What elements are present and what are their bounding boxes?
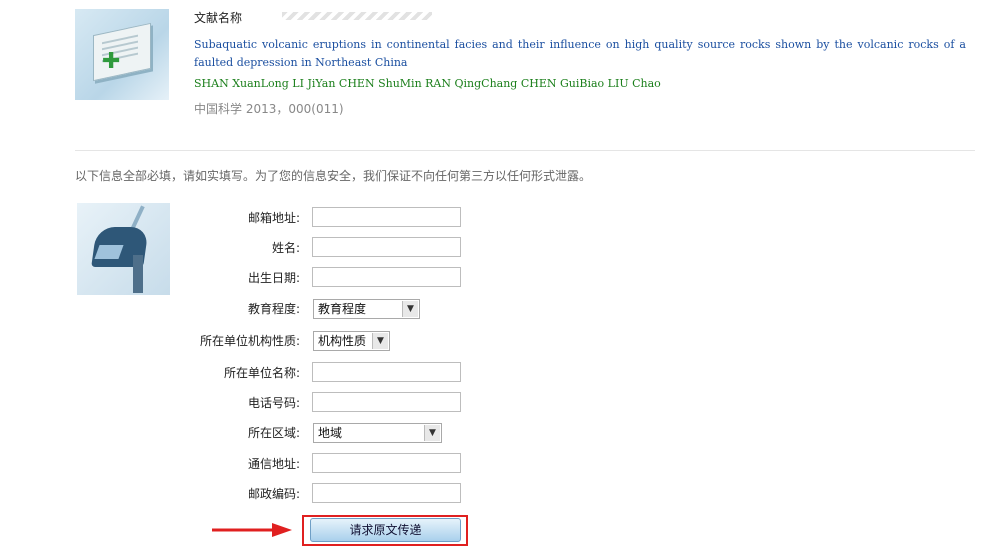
education-label: 教育程度: xyxy=(247,302,300,316)
region-select[interactable]: 地域 ▼ xyxy=(313,423,442,443)
address-field[interactable] xyxy=(312,453,461,473)
plus-icon: ✚ xyxy=(102,49,121,74)
org-type-select-value: 机构性质 xyxy=(318,334,367,348)
chevron-down-icon: ▼ xyxy=(402,301,418,317)
document-source: 中国科学 2013，000(011) xyxy=(194,102,344,116)
document-authors: SHAN XuanLong LI JiYan CHEN ShuMin RAN Q… xyxy=(194,77,661,90)
org-type-label: 所在单位机构性质: xyxy=(199,334,300,348)
org-type-row: 所在单位机构性质: 机构性质 ▼ xyxy=(0,330,1005,352)
email-field[interactable] xyxy=(312,207,461,227)
phone-field[interactable] xyxy=(312,392,461,412)
birth-date-field[interactable] xyxy=(312,267,461,287)
document-thumbnail: ✚ xyxy=(75,9,169,100)
name-field[interactable] xyxy=(312,237,461,257)
postcode-label: 邮政编码: xyxy=(247,487,300,501)
phone-label: 电话号码: xyxy=(247,396,300,410)
request-fulltext-button[interactable]: 请求原文传递 xyxy=(310,518,461,542)
email-label: 邮箱地址: xyxy=(247,211,300,225)
postcode-field[interactable] xyxy=(312,483,461,503)
decorative-stripe xyxy=(282,12,432,20)
red-arrow-icon xyxy=(212,523,292,537)
address-row: 通信地址: xyxy=(0,453,1005,475)
document-label: 文献名称 xyxy=(194,11,243,25)
email-row: 邮箱地址: xyxy=(0,207,1005,229)
phone-row: 电话号码: xyxy=(0,392,1005,414)
address-label: 通信地址: xyxy=(247,457,300,471)
region-row: 所在区域: 地域 ▼ xyxy=(0,422,1005,444)
birth-row: 出生日期: xyxy=(0,267,1005,289)
birth-label: 出生日期: xyxy=(247,271,300,285)
org-name-label: 所在单位名称: xyxy=(223,366,300,380)
education-select[interactable]: 教育程度 ▼ xyxy=(313,299,420,319)
name-row: 姓名: xyxy=(0,237,1005,259)
education-select-value: 教育程度 xyxy=(318,302,367,316)
divider xyxy=(75,150,975,151)
chevron-down-icon: ▼ xyxy=(424,425,440,441)
org-type-select[interactable]: 机构性质 ▼ xyxy=(313,331,390,351)
name-label: 姓名: xyxy=(271,241,300,255)
privacy-notice: 以下信息全部必填，请如实填写。为了您的信息安全，我们保证不向任何第三方以任何形式… xyxy=(75,169,592,183)
document-title-link[interactable]: Subaquatic volcanic eruptions in contine… xyxy=(194,36,966,72)
region-label: 所在区域: xyxy=(247,426,300,440)
org-name-row: 所在单位名称: xyxy=(0,362,1005,384)
chevron-down-icon: ▼ xyxy=(372,333,388,349)
region-select-value: 地域 xyxy=(318,426,343,440)
education-row: 教育程度: 教育程度 ▼ xyxy=(0,298,1005,320)
org-name-field[interactable] xyxy=(312,362,461,382)
postcode-row: 邮政编码: xyxy=(0,483,1005,505)
